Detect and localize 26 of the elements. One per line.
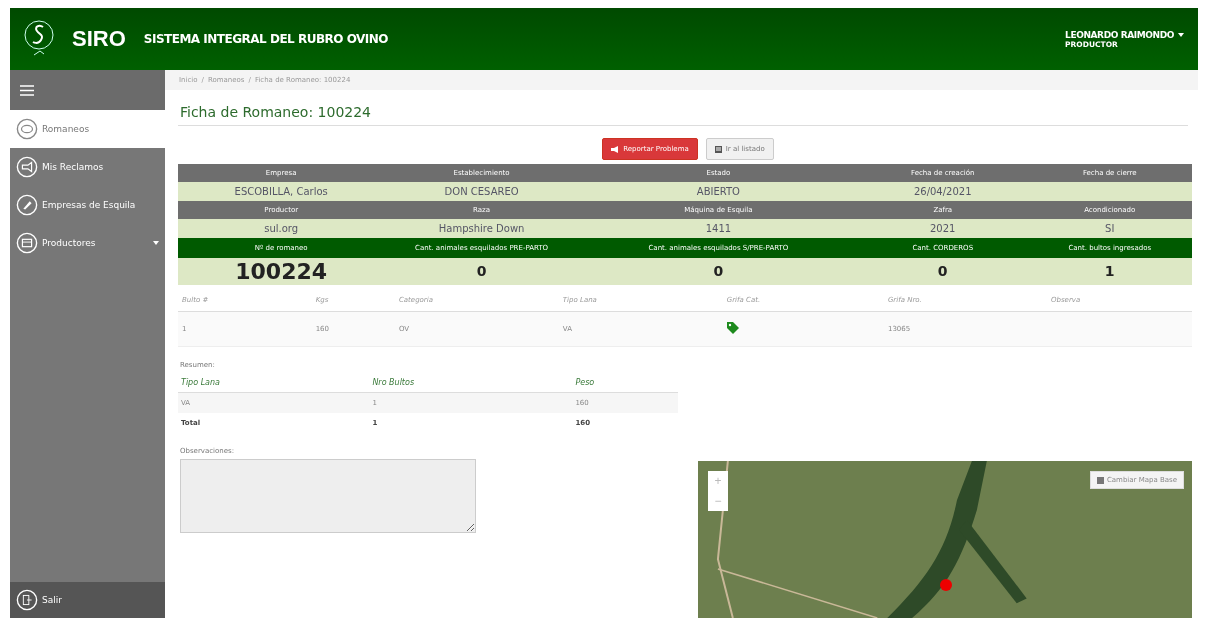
field-value: sul.org (178, 219, 385, 238)
field-value: 0 (858, 258, 1028, 285)
user-menu[interactable]: LEONARDO RAIMONDO (1065, 29, 1184, 40)
sidebar-item[interactable]: Romaneos (10, 110, 165, 148)
field-value: 100224 (178, 258, 385, 285)
sidebar-item[interactable]: Productores (10, 224, 165, 262)
logout-item[interactable]: Salir (10, 582, 165, 618)
field-value: Hampshire Down (384, 219, 579, 238)
field-value: ABIERTO (578, 182, 858, 201)
sidebar-item[interactable]: Mis Reclamos (10, 148, 165, 186)
field-value: 1 (1027, 258, 1192, 285)
field-value: 0 (578, 258, 858, 285)
field-value: 2021 (858, 219, 1028, 238)
sidebar-item[interactable]: Empresas de Esquila (10, 186, 165, 224)
field-value: SI (1027, 219, 1192, 238)
app-subtitle: SISTEMA INTEGRAL DEL RUBRO OVINO (143, 32, 389, 46)
column-header: Peso (572, 373, 678, 393)
app-logo-text: SIRO (72, 26, 126, 52)
column-header: Nro Bultos (369, 373, 573, 393)
page-title: Ficha de Romaneo: 100224 (178, 90, 1188, 126)
field-value: ESCOBILLA, Carlos (178, 182, 385, 201)
field-value: DON CESAREO (384, 182, 579, 201)
field-value: 1411 (578, 219, 858, 238)
column-header: Tipo Lana (178, 373, 370, 393)
field-value: 26/04/2021 (858, 182, 1028, 201)
field-value: 0 (384, 258, 579, 285)
